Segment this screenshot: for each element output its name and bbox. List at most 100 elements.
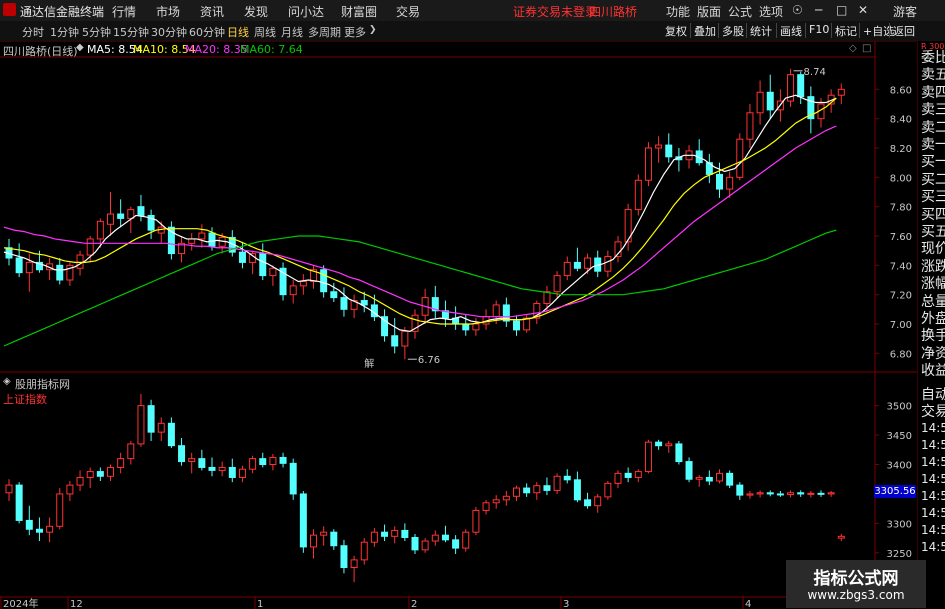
sub-candle[interactable]: [208, 457, 216, 477]
sub-candle[interactable]: [431, 530, 439, 546]
main-candle[interactable]: [15, 243, 23, 278]
main-candle[interactable]: [695, 139, 703, 166]
main-candle[interactable]: [198, 224, 206, 248]
sub-candle[interactable]: [15, 482, 23, 524]
sub-candle[interactable]: [5, 479, 13, 502]
sub-candle[interactable]: [837, 533, 845, 542]
main-candle[interactable]: [340, 287, 348, 317]
sub-candle[interactable]: [269, 453, 277, 471]
sub-candle[interactable]: [218, 461, 226, 477]
sub-candle[interactable]: [370, 528, 378, 547]
sub-candle[interactable]: [238, 465, 246, 483]
sub-candle[interactable]: [107, 464, 114, 481]
sub-candle[interactable]: [624, 467, 632, 483]
main-candle[interactable]: [482, 309, 490, 330]
sub-candle[interactable]: [299, 491, 307, 553]
main-candle[interactable]: [66, 262, 74, 286]
sub-candle[interactable]: [634, 469, 642, 483]
sub-candle[interactable]: [736, 482, 744, 500]
main-candle[interactable]: [147, 209, 155, 239]
main-candle[interactable]: [56, 258, 64, 285]
sub-candle[interactable]: [381, 524, 389, 542]
main-candle[interactable]: [137, 194, 145, 222]
main-candle[interactable]: [787, 68, 795, 107]
sub-candle[interactable]: [56, 488, 64, 530]
sub-candle[interactable]: [401, 523, 409, 542]
main-candle[interactable]: [310, 265, 317, 289]
sub-candle[interactable]: [259, 452, 267, 468]
sub-candle[interactable]: [584, 492, 592, 509]
sub-candle[interactable]: [756, 490, 764, 498]
sub-candle[interactable]: [705, 470, 713, 486]
sub-candle[interactable]: [391, 526, 399, 544]
main-candle[interactable]: [837, 83, 845, 104]
main-candle[interactable]: [513, 315, 520, 336]
main-candle[interactable]: [675, 148, 683, 172]
sub-candle[interactable]: [553, 473, 561, 494]
sub-candle[interactable]: [441, 525, 449, 543]
sub-candle[interactable]: [807, 491, 815, 498]
main-candle[interactable]: [655, 136, 663, 163]
sub-candle[interactable]: [96, 467, 104, 481]
sub-candle[interactable]: [716, 469, 723, 484]
main-candle[interactable]: [5, 238, 13, 266]
sub-candle[interactable]: [665, 440, 673, 453]
sub-candle[interactable]: [35, 517, 43, 542]
sub-candle[interactable]: [543, 477, 551, 496]
sub-candle[interactable]: [573, 471, 581, 503]
main-candle[interactable]: [299, 274, 307, 295]
main-candle[interactable]: [381, 309, 389, 342]
main-candle[interactable]: [279, 262, 287, 301]
sub-candle[interactable]: [685, 457, 693, 483]
sub-candle[interactable]: [513, 485, 520, 502]
main-candle[interactable]: [289, 280, 297, 304]
sub-candle[interactable]: [137, 393, 145, 447]
main-candle[interactable]: [523, 315, 531, 333]
kline-chart[interactable]: 8.60 8.40 8.20 8.00 7.80 7.60 7.40 7.20 7.00 6.80…: [0, 0, 945, 609]
sub-candle[interactable]: [86, 467, 94, 489]
sub-candle[interactable]: [533, 482, 541, 500]
sub-candle[interactable]: [167, 417, 175, 449]
jie-marker[interactable]: 解: [364, 357, 374, 370]
sub-candle[interactable]: [766, 490, 774, 497]
main-candle[interactable]: [766, 74, 774, 119]
main-candle[interactable]: [665, 133, 673, 163]
sub-candle[interactable]: [25, 505, 33, 536]
sub-candle[interactable]: [310, 529, 317, 559]
sub-candle[interactable]: [817, 490, 825, 497]
sub-candle[interactable]: [797, 490, 805, 497]
sub-candle[interactable]: [117, 452, 125, 474]
sub-candle[interactable]: [421, 538, 429, 553]
sub-candle[interactable]: [330, 529, 338, 550]
main-candle[interactable]: [117, 199, 125, 228]
sub-candle[interactable]: [157, 417, 165, 441]
sub-candle[interactable]: [827, 491, 835, 497]
auto-trade-label[interactable]: 交易: [921, 401, 945, 421]
sub-candle[interactable]: [198, 449, 206, 471]
sub-candle[interactable]: [492, 495, 500, 509]
main-candle[interactable]: [746, 104, 754, 148]
sub-candle[interactable]: [614, 470, 622, 489]
sub-candle[interactable]: [360, 538, 368, 565]
sub-candle[interactable]: [726, 470, 734, 489]
main-candle[interactable]: [807, 86, 815, 134]
main-candle[interactable]: [563, 256, 571, 280]
main-candle[interactable]: [441, 300, 449, 327]
main-candle[interactable]: [391, 318, 399, 354]
sub-candle[interactable]: [289, 458, 297, 500]
sub-candle[interactable]: [249, 455, 257, 474]
sub-candle[interactable]: [279, 452, 287, 468]
main-candle[interactable]: [411, 309, 419, 339]
sub-candle[interactable]: [76, 470, 84, 491]
main-candle[interactable]: [594, 250, 602, 278]
sub-candle[interactable]: [655, 439, 663, 450]
sub-candle[interactable]: [340, 539, 348, 574]
sub-candle[interactable]: [472, 506, 480, 536]
sub-candle[interactable]: [502, 491, 510, 506]
sub-candle[interactable]: [787, 490, 795, 498]
sub-legend-toggle-icon[interactable]: ◈: [3, 376, 11, 387]
main-candle[interactable]: [167, 221, 175, 260]
sub-candle[interactable]: [695, 475, 703, 487]
sub-candle[interactable]: [411, 533, 419, 554]
sub-candle[interactable]: [523, 483, 531, 497]
